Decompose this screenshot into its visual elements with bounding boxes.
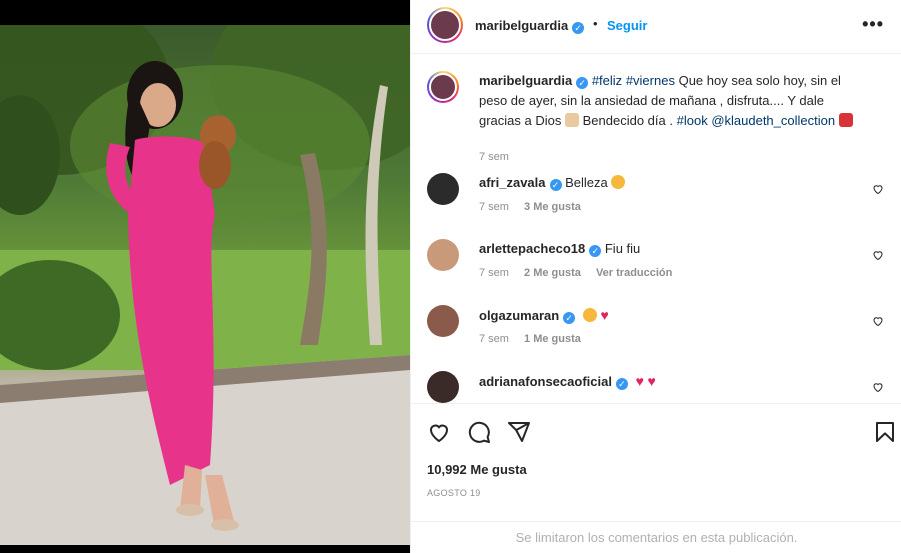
commenter-username[interactable]: adrianafonsecaoficial [479, 374, 612, 389]
comment-meta: 7 sem 2 Me gusta Ver traducción [479, 267, 684, 279]
caption-author[interactable]: maribelguardia [479, 73, 572, 88]
commenter-avatar[interactable] [427, 305, 459, 337]
author-avatar[interactable] [427, 7, 463, 43]
photo-illustration [0, 25, 410, 545]
verified-icon: ✓ [549, 179, 562, 191]
comment-body: Belleza [565, 175, 608, 190]
likes-count[interactable]: 10,992 Me gusta [427, 462, 527, 477]
heart-emoji: ♥ [647, 373, 656, 389]
author-username[interactable]: maribelguardia [475, 18, 568, 33]
caption-author-avatar[interactable] [427, 71, 459, 103]
comment-text: afri_zavala ✓ Belleza [479, 173, 869, 193]
heart-emoji: ♥ [635, 373, 644, 389]
share-icon[interactable] [507, 420, 531, 444]
like-comment-icon[interactable] [872, 249, 884, 261]
verified-icon: ✓ [572, 22, 585, 34]
post-sidebar: maribelguardia ✓ • Seguir ••• maribelguar… [410, 0, 901, 553]
author-username-row: maribelguardia ✓ [475, 18, 585, 34]
commenter-avatar[interactable] [427, 371, 459, 403]
hashtag-link[interactable]: #viernes [626, 73, 675, 88]
caption-text: maribelguardia ✓ #feliz #viernes Que hoy … [479, 71, 869, 131]
hashtag-link[interactable]: #look [677, 113, 708, 128]
comment-meta: 7 sem 3 Me gusta [479, 201, 593, 213]
follow-separator: • [593, 16, 598, 31]
comment-likes[interactable]: 3 Me gusta [524, 201, 581, 213]
comment-likes[interactable]: 1 Me gusta [524, 333, 581, 345]
like-comment-icon[interactable] [872, 315, 884, 327]
more-icon[interactable]: ••• [862, 14, 884, 35]
heart-eyes-emoji [582, 308, 597, 322]
red-heart-emoji: ♥ [600, 307, 609, 323]
post-header: maribelguardia ✓ • Seguir ••• [411, 0, 901, 54]
like-comment-icon[interactable] [872, 183, 884, 195]
verified-icon: ✓ [576, 77, 589, 89]
like-comment-icon[interactable] [872, 381, 884, 393]
mention-link[interactable]: @klaudeth_collection [711, 113, 835, 128]
comment-time[interactable]: 7 sem [479, 201, 509, 213]
see-translation-link[interactable]: Ver traducción [596, 267, 672, 279]
comment-meta: 7 sem 1 Me gusta [479, 333, 593, 345]
comment-text: arlettepacheco18 ✓ Fiu fiu [479, 239, 869, 259]
comment-time[interactable]: 7 sem [479, 267, 509, 279]
hashtag-link[interactable]: #feliz [592, 73, 622, 88]
praying-hands-emoji [565, 113, 579, 127]
comment-time[interactable]: 7 sem [479, 333, 509, 345]
commenter-username[interactable]: olgazumaran [479, 308, 559, 323]
commenter-avatar[interactable] [427, 239, 459, 271]
commenter-username[interactable]: arlettepacheco18 [479, 241, 585, 256]
heart-eyes-emoji [611, 175, 626, 189]
caption-body-2: Bendecido día . [582, 113, 673, 128]
dancer-emoji [838, 113, 853, 127]
save-icon[interactable] [873, 420, 897, 444]
post-photo[interactable] [0, 25, 410, 545]
comment-likes[interactable]: 2 Me gusta [524, 267, 581, 279]
comment-text: adrianafonsecaoficial ✓ ♥ ♥ [479, 371, 869, 392]
post-date[interactable]: AGOSTO 19 [427, 488, 481, 498]
comments-list[interactable]: maribelguardia ✓ #feliz #viernes Que hoy … [411, 55, 901, 403]
comment-text: olgazumaran ✓ ♥ [479, 305, 869, 326]
caption-time[interactable]: 7 sem [479, 151, 509, 163]
heart-icon[interactable] [427, 420, 451, 444]
comment-icon[interactable] [467, 420, 491, 444]
post-actions: 10,992 Me gusta AGOSTO 19 [411, 403, 901, 521]
follow-button[interactable]: Seguir [607, 18, 647, 33]
post-photo-panel [0, 0, 410, 553]
caption-meta: 7 sem [479, 151, 521, 163]
commenter-username[interactable]: afri_zavala [479, 175, 546, 190]
verified-icon: ✓ [615, 378, 628, 390]
comments-limited-notice: Se limitaron los comentarios en esta pub… [411, 521, 901, 553]
verified-icon: ✓ [589, 245, 602, 257]
comment-body: Fiu fiu [604, 241, 641, 256]
commenter-avatar[interactable] [427, 173, 459, 205]
verified-icon: ✓ [563, 312, 576, 324]
